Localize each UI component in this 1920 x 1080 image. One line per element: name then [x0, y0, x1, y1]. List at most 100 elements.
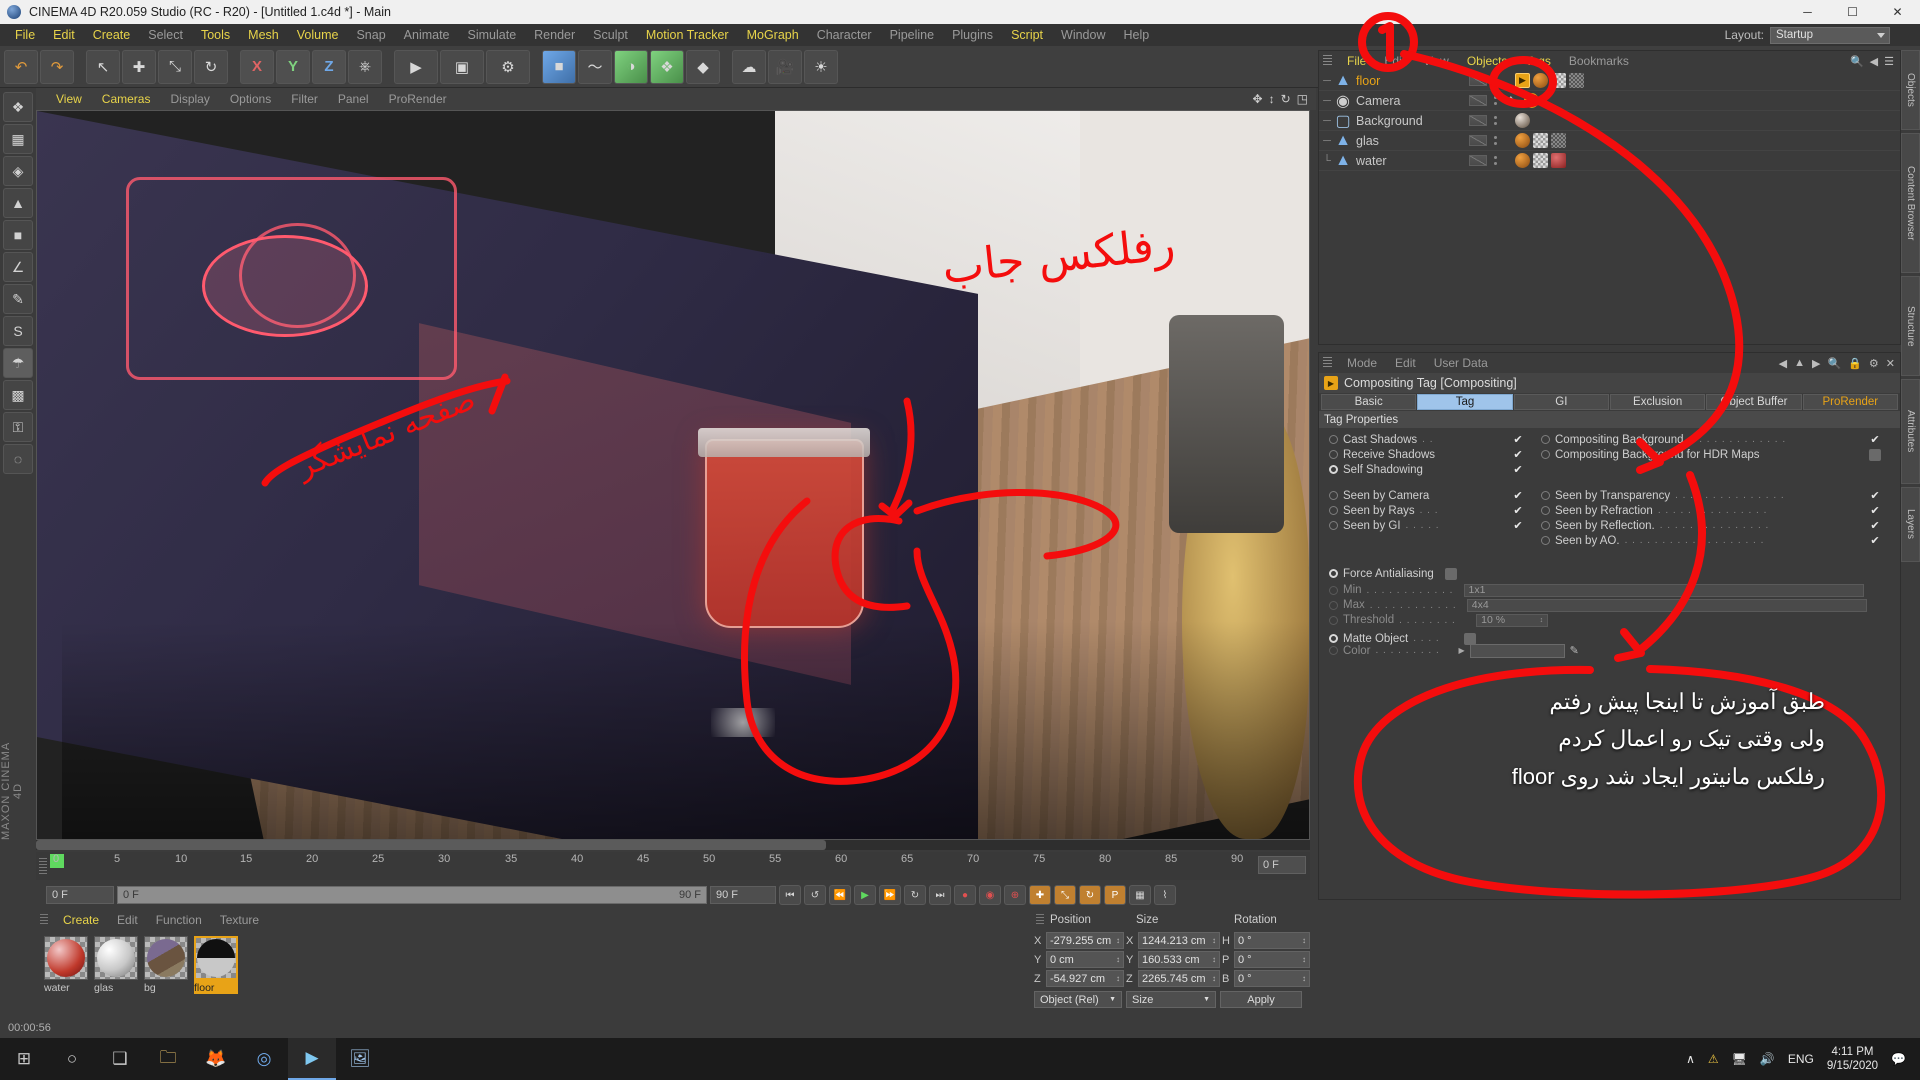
- axis-y-button[interactable]: Y: [276, 49, 310, 84]
- radio-icon[interactable]: [1541, 491, 1550, 500]
- objmgr-menu-objects[interactable]: Objects: [1458, 54, 1517, 68]
- search-icon[interactable]: ○: [48, 1038, 96, 1080]
- viewport-menu-panel[interactable]: Panel: [328, 92, 379, 106]
- prop-compositing-background-hdr[interactable]: Compositing Background for HDR Maps: [1541, 447, 1881, 462]
- world-coordinates-button[interactable]: ⎈: [348, 49, 382, 84]
- menu-animate[interactable]: Animate: [395, 24, 459, 46]
- prev-key-button[interactable]: ↺: [804, 885, 826, 905]
- vtab-attributes[interactable]: Attributes: [1901, 379, 1920, 484]
- add-cube-button[interactable]: ■: [542, 49, 576, 84]
- compositing-tag-icon[interactable]: ▶: [1515, 73, 1530, 88]
- material-item-glas[interactable]: glas: [94, 936, 138, 994]
- layout-toggle-icon[interactable]: ◳: [1297, 92, 1308, 106]
- up-arrow-icon[interactable]: ▲: [1794, 357, 1805, 370]
- tab-basic[interactable]: Basic: [1321, 394, 1417, 410]
- tool-snap[interactable]: S: [3, 316, 33, 346]
- object-name-background[interactable]: Background: [1356, 114, 1423, 128]
- objmgr-menu-file[interactable]: File: [1338, 54, 1375, 68]
- add-array-button[interactable]: ❖: [650, 49, 684, 84]
- curve-button[interactable]: ⌇: [1154, 885, 1176, 905]
- prop-seen-by-gi[interactable]: Seen by GI . . . . . ✔: [1329, 518, 1524, 533]
- viewport-3d[interactable]: رفلکس جاب صفحه نمایشگر: [36, 110, 1310, 840]
- add-camera-button[interactable]: 🎥: [768, 49, 802, 84]
- prop-seen-by-refraction[interactable]: Seen by Refraction . . . . . . . . . . .…: [1541, 503, 1881, 518]
- prop-seen-by-rays[interactable]: Seen by Rays . . . ✔: [1329, 503, 1524, 518]
- panel-grip-icon[interactable]: [1323, 357, 1332, 369]
- objmgr-menu-bookmarks[interactable]: Bookmarks: [1560, 54, 1638, 68]
- material-menu-function[interactable]: Function: [147, 913, 211, 927]
- prop-seen-by-reflection[interactable]: Seen by Reflection. . . . . . . . . . . …: [1541, 518, 1881, 533]
- radio-icon[interactable]: [1541, 536, 1550, 545]
- redo-button[interactable]: ↷: [40, 49, 74, 84]
- current-frame-field[interactable]: 0 F: [46, 886, 114, 904]
- material-tag-icon[interactable]: [1515, 113, 1530, 128]
- visibility-toggle[interactable]: [1469, 155, 1487, 166]
- add-light-button[interactable]: ☀: [804, 49, 838, 84]
- coord-size-x-field[interactable]: 1244.213 cm ↕: [1138, 932, 1220, 949]
- coord-size-z-field[interactable]: 2265.745 cm ↕: [1138, 970, 1220, 987]
- attr-menu-mode[interactable]: Mode: [1338, 356, 1386, 370]
- checkbox-seen-by-rays[interactable]: ✔: [1512, 505, 1524, 517]
- prop-force-antialiasing[interactable]: Force Antialiasing: [1329, 566, 1900, 581]
- checkbox-seen-by-ao[interactable]: ✔: [1869, 535, 1881, 547]
- close-button[interactable]: ✕: [1875, 0, 1920, 24]
- timeline-end-field[interactable]: 0 F: [1258, 856, 1306, 874]
- object-name-floor[interactable]: floor: [1356, 74, 1380, 88]
- viewport-menu-display[interactable]: Display: [160, 92, 219, 106]
- tool-axis-lock[interactable]: ▩: [3, 380, 33, 410]
- viewport-menu-view[interactable]: View: [46, 92, 92, 106]
- viewport-menu-prorender[interactable]: ProRender: [379, 92, 457, 106]
- pan-icon[interactable]: ✥: [1253, 92, 1263, 106]
- keyframe-mode-button[interactable]: ⊕: [1004, 885, 1026, 905]
- close-icon[interactable]: ✕: [1886, 357, 1895, 370]
- objmgr-menu-tags[interactable]: Tags: [1517, 54, 1560, 68]
- key-position-button[interactable]: ✚: [1029, 885, 1051, 905]
- radio-icon[interactable]: [1329, 435, 1338, 444]
- texture-tag-icon[interactable]: [1533, 153, 1548, 168]
- object-row-glas[interactable]: ─ ▲ glas: [1319, 131, 1900, 151]
- tool-edge-mode[interactable]: ◈: [3, 156, 33, 186]
- search-icon[interactable]: 🔍: [1850, 55, 1864, 68]
- radio-icon[interactable]: [1541, 450, 1550, 459]
- viewport-horizontal-scrollbar[interactable]: [36, 840, 1310, 850]
- render-settings-button[interactable]: ⚙: [486, 49, 530, 84]
- menu-snap[interactable]: Snap: [347, 24, 394, 46]
- dolly-icon[interactable]: ↕: [1269, 92, 1275, 106]
- objmgr-menu-edit[interactable]: Edit: [1375, 54, 1414, 68]
- tool-make-editable[interactable]: ❖: [3, 92, 33, 122]
- radio-icon[interactable]: [1329, 634, 1338, 643]
- menu-motion-tracker[interactable]: Motion Tracker: [637, 24, 738, 46]
- protection-tag-icon[interactable]: [1524, 93, 1539, 108]
- object-name-camera[interactable]: Camera: [1356, 94, 1400, 108]
- goto-start-button[interactable]: ⏮: [779, 885, 801, 905]
- radio-icon[interactable]: [1541, 521, 1550, 530]
- coord-rotation-b-field[interactable]: 0 ° ↕: [1234, 970, 1310, 987]
- material-tag-icon[interactable]: [1533, 73, 1548, 88]
- matte-color-swatch[interactable]: [1469, 643, 1565, 658]
- media-player-icon[interactable]: ▶: [288, 1038, 336, 1080]
- add-environment-button[interactable]: ☁: [732, 49, 766, 84]
- checkbox-seen-by-camera[interactable]: ✔: [1512, 490, 1524, 502]
- object-row-camera[interactable]: ─ ◉ Camera ✥: [1319, 91, 1900, 111]
- key-scale-button[interactable]: ⤡: [1054, 885, 1076, 905]
- coord-rotation-h-field[interactable]: 0 ° ↕: [1234, 932, 1310, 949]
- tool-magnet[interactable]: ☂: [3, 348, 33, 378]
- file-explorer-icon[interactable]: 🗀: [144, 1038, 192, 1080]
- checkbox-self-shadowing[interactable]: ✔: [1512, 464, 1524, 476]
- prop-cast-shadows[interactable]: Cast Shadows . . ✔: [1329, 432, 1524, 447]
- checkbox-compositing-background-hdr[interactable]: [1869, 448, 1881, 461]
- play-button[interactable]: ▶: [854, 885, 876, 905]
- material-menu-texture[interactable]: Texture: [211, 913, 268, 927]
- back-arrow-icon[interactable]: ◀: [1779, 357, 1787, 370]
- checkbox-seen-by-transparency[interactable]: ✔: [1869, 490, 1881, 502]
- chrome-icon[interactable]: ◎: [240, 1038, 288, 1080]
- gear-icon[interactable]: ⚙: [1869, 357, 1879, 370]
- tool-polygon-mode[interactable]: ▲: [3, 188, 33, 218]
- notifications-icon[interactable]: 💬: [1891, 1052, 1906, 1066]
- menu-mograph[interactable]: MoGraph: [738, 24, 808, 46]
- menu-render[interactable]: Render: [525, 24, 584, 46]
- object-row-water[interactable]: └ ▲ water: [1319, 151, 1900, 171]
- visibility-toggle[interactable]: [1469, 95, 1487, 106]
- vtab-content-browser[interactable]: Content Browser: [1901, 133, 1920, 273]
- prop-seen-by-camera[interactable]: Seen by Camera ✔: [1329, 488, 1524, 503]
